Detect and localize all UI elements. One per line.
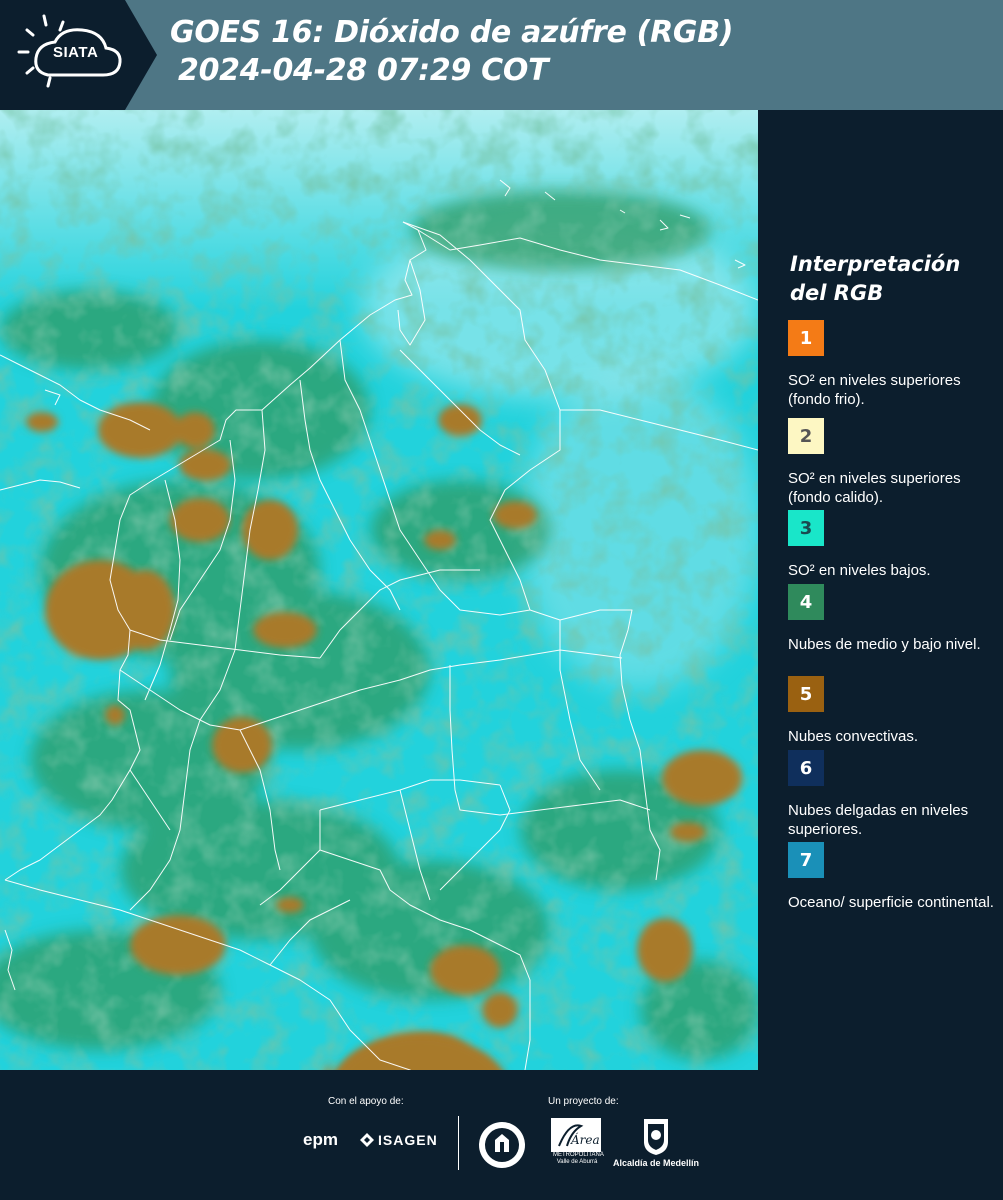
legend-title: Interpretación del RGB — [790, 252, 961, 305]
legend-number-7: 7 — [799, 849, 813, 871]
legend-number-5: 5 — [799, 683, 813, 705]
legend-item-4: 4 Nubes de medio y bajo nivel. — [788, 584, 998, 654]
legend-number-1: 1 — [799, 327, 813, 349]
legend-item-1: 1 SO² en niveles superiores (fondo frio)… — [788, 320, 998, 409]
rgb-satellite-image — [0, 110, 758, 1070]
isagen-icon — [360, 1133, 374, 1147]
title-product: GOES 16: Dióxido de azúfre (RGB) — [170, 15, 734, 50]
legend-number-6: 6 — [799, 757, 813, 779]
legend-number-3: 3 — [799, 517, 813, 539]
legend-number-4: 4 — [799, 591, 813, 613]
legend-text-2: SO² en niveles superiores (fondo calido)… — [788, 470, 961, 506]
legend-item-5: 5 Nubes convectivas. — [788, 676, 998, 746]
legend-swatch-3: 3 — [788, 510, 824, 546]
area-wordmark: Área — [570, 1132, 600, 1147]
legend-text-7: Oceano/ superficie continental. — [788, 894, 994, 911]
medellin-seal-icon — [479, 1122, 525, 1168]
legend-swatch-1: 1 — [788, 320, 824, 356]
support-label: Con el apoyo de: — [328, 1096, 404, 1107]
satellite-map — [0, 110, 758, 1070]
legend-swatch-4: 4 — [788, 584, 824, 620]
legend-number-2: 2 — [799, 425, 813, 447]
legend-text-5: Nubes convectivas. — [788, 728, 919, 745]
footer: Con el apoyo de: Un proyecto de: epm ISA… — [0, 1070, 1003, 1200]
legend-item-3: 3 SO² en niveles bajos. — [788, 510, 998, 580]
alcaldia-wordmark: Alcaldía de Medellín — [613, 1158, 700, 1168]
legend-item-6: 6 Nubes delgadas en niveles superiores. — [788, 750, 998, 839]
header-bar: SIATA GOES 16: Dióxido de azúfre (RGB) 2… — [0, 0, 1003, 110]
footer-divider — [458, 1116, 459, 1170]
legend-text-6: Nubes delgadas en niveles superiores. — [788, 802, 969, 838]
legend-text-1: SO² en niveles superiores (fondo frio). — [788, 372, 961, 408]
page-title: GOES 16: Dióxido de azúfre (RGB) 2024-04… — [170, 14, 734, 90]
siata-logo: SIATA — [0, 0, 157, 110]
legend-swatch-6: 6 — [788, 750, 824, 786]
legend-text-3: SO² en niveles bajos. — [788, 562, 931, 579]
legend-swatch-2: 2 — [788, 418, 824, 454]
legend-swatch-5: 5 — [788, 676, 824, 712]
project-label: Un proyecto de: — [548, 1096, 619, 1107]
legend-item-2: 2 SO² en niveles superiores (fondo calid… — [788, 418, 998, 507]
epm-logo: epm — [303, 1130, 338, 1149]
legend-panel: Interpretación del RGB 1 SO² en niveles … — [760, 110, 1003, 1070]
area-metropolitana-icon: Área — [551, 1118, 601, 1152]
legend-swatch-7: 7 — [788, 842, 824, 878]
isagen-logo: ISAGEN — [378, 1132, 438, 1148]
logo-text: SIATA — [53, 44, 99, 61]
legend-item-7: 7 Oceano/ superficie continental. — [788, 842, 998, 912]
title-timestamp: 2024-04-28 07:29 COT — [178, 53, 549, 88]
area-caption: METROPOLITANA Valle de Aburrá — [553, 1152, 604, 1165]
alcaldia-shield-icon — [644, 1119, 668, 1155]
legend-text-4: Nubes de medio y bajo nivel. — [788, 636, 981, 653]
